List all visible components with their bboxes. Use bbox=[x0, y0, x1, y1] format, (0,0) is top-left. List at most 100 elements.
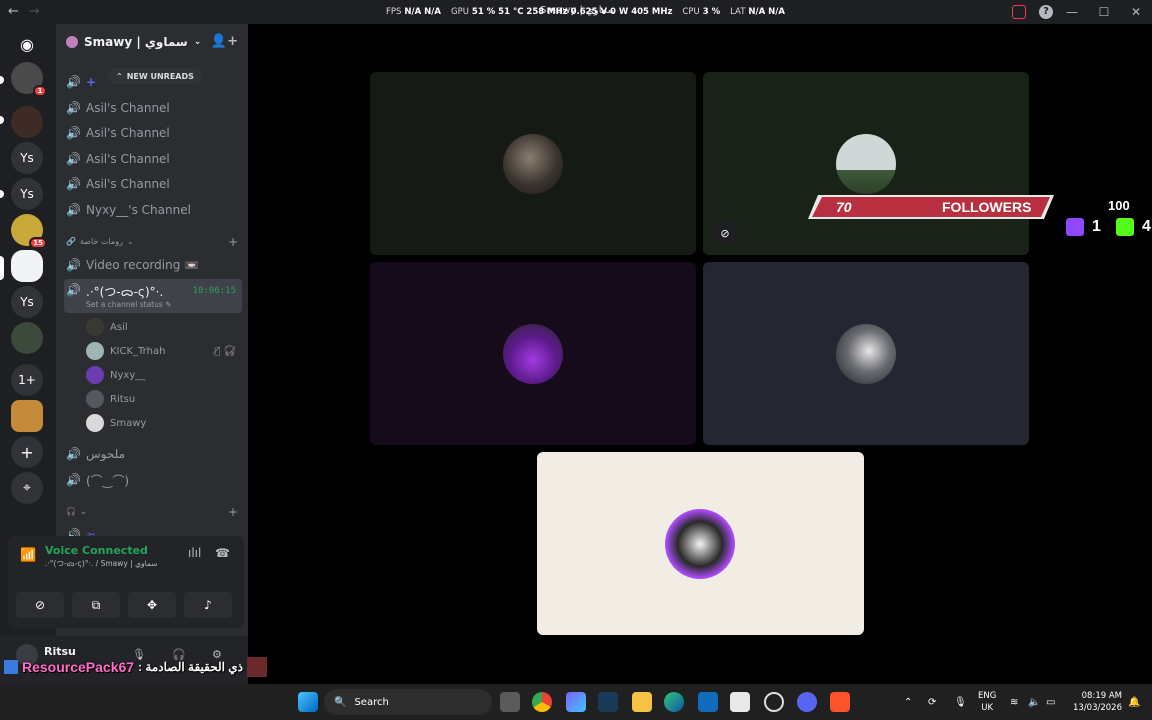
channel-name: Asil's Channel bbox=[86, 101, 170, 115]
outlook-icon[interactable] bbox=[698, 692, 718, 712]
pencil-icon: ✎ bbox=[165, 300, 172, 309]
noise-suppression-icon[interactable]: ılıl bbox=[188, 546, 201, 560]
server-icon[interactable]: Ys bbox=[11, 178, 43, 210]
nav-arrows: ← → bbox=[8, 4, 40, 19]
server-icon[interactable]: 15 bbox=[11, 214, 47, 249]
camera-off-button[interactable]: ⊘ bbox=[16, 592, 64, 618]
video-tile[interactable] bbox=[370, 72, 696, 255]
activities-button[interactable]: ✥ bbox=[128, 592, 176, 618]
language-indicator[interactable]: ENG UK bbox=[978, 690, 996, 714]
video-tile[interactable]: ⊘ bbox=[703, 72, 1029, 255]
video-tile-speaking[interactable] bbox=[537, 452, 864, 635]
discover-icon[interactable]: ⌖ bbox=[11, 472, 43, 504]
create-channel-icon[interactable]: + bbox=[228, 235, 238, 249]
maximize-icon[interactable]: ☐ bbox=[1088, 5, 1120, 19]
task-view-icon[interactable] bbox=[500, 692, 520, 712]
followers-goal: 100 bbox=[1108, 198, 1130, 213]
video-tile[interactable] bbox=[703, 262, 1029, 445]
followers-goal-bar: 70 FOLLOWERS bbox=[808, 195, 1054, 219]
windows-start-icon[interactable] bbox=[298, 692, 318, 712]
notification-bell-icon[interactable]: 🔔 bbox=[1128, 684, 1140, 720]
avatar bbox=[86, 414, 104, 432]
battery-icon[interactable]: ▭ bbox=[1046, 684, 1055, 720]
tray-app-icon[interactable]: ⟳ bbox=[928, 684, 936, 720]
voice-channel[interactable]: 🔊 ملحوس bbox=[64, 443, 242, 465]
volume-icon[interactable]: 🔈 bbox=[1028, 684, 1040, 720]
wifi-icon[interactable]: ≋ bbox=[1010, 684, 1018, 720]
server-icon[interactable]: 1 bbox=[11, 62, 47, 97]
voice-channel[interactable]: 🔊 Asil's Channel bbox=[64, 173, 242, 195]
app-icon[interactable] bbox=[598, 692, 618, 712]
kick-icon bbox=[1116, 218, 1134, 236]
voice-channel-active[interactable]: 🔊 .·°(つ-ᯅ-ς)°·. 10:06:15 Set a channel s… bbox=[64, 279, 242, 313]
signal-icon: 📶 bbox=[20, 548, 37, 563]
voice-member[interactable]: Ritsu bbox=[86, 389, 242, 409]
server-icon-selected[interactable] bbox=[11, 250, 43, 282]
pack-thumbnail bbox=[247, 657, 268, 677]
edge-icon[interactable] bbox=[664, 692, 684, 712]
invite-user-icon[interactable]: 👤+ bbox=[211, 34, 238, 49]
kick-count: 4 bbox=[1116, 218, 1151, 236]
discord-logo-icon[interactable]: ◉ bbox=[11, 28, 43, 60]
create-channel-icon[interactable]: + bbox=[228, 505, 238, 519]
server-icon[interactable] bbox=[11, 106, 43, 138]
disconnect-icon[interactable]: ☎ bbox=[215, 546, 230, 560]
voice-status-title[interactable]: Voice Connected bbox=[45, 544, 148, 557]
server-icon[interactable] bbox=[11, 400, 43, 432]
channel-status-hint[interactable]: Set a channel status ✎ bbox=[86, 300, 171, 309]
voice-status-subtitle[interactable]: .·°(つ-ᯅ-ς)°·. / Smawy | سماوي bbox=[45, 558, 158, 569]
voice-channel[interactable]: 🔊 Asil's Channel bbox=[64, 148, 242, 170]
voice-channel[interactable]: 🔊 Asil's Channel bbox=[64, 97, 242, 119]
voice-member[interactable]: Asil bbox=[86, 317, 242, 337]
copilot-icon[interactable] bbox=[566, 692, 586, 712]
participant-avatar bbox=[503, 324, 563, 384]
title-bar: ← → Smawy | سماوي FPS N/A N/A GPU 51 % 51 … bbox=[0, 0, 1152, 24]
voice-member[interactable]: Nyxy__ bbox=[86, 365, 242, 385]
category-collapsed[interactable]: 🎧 ⌄ + bbox=[66, 505, 242, 519]
twitch-icon bbox=[1066, 218, 1084, 236]
show-hidden-icons[interactable]: ⌃ bbox=[904, 684, 912, 720]
chrome-icon[interactable] bbox=[532, 692, 552, 712]
server-icon[interactable]: 1+ bbox=[11, 364, 43, 396]
file-explorer-icon[interactable] bbox=[632, 692, 652, 712]
discord-icon[interactable] bbox=[797, 692, 817, 712]
forward-arrow-icon[interactable]: → bbox=[29, 4, 40, 19]
stat-cpu: CPU 3 % bbox=[682, 7, 721, 17]
server-icon[interactable] bbox=[11, 322, 43, 354]
brave-icon[interactable] bbox=[830, 692, 850, 712]
window-controls: — ☐ ✕ bbox=[1056, 0, 1152, 24]
new-unreads-pill[interactable]: ⌃ NEW UNREADS bbox=[108, 68, 202, 84]
pack-icon bbox=[4, 660, 18, 674]
member-name: Ritsu bbox=[110, 393, 136, 405]
microphone-tray-icon[interactable]: 🎙 bbox=[954, 684, 967, 720]
voice-channel[interactable]: 🔊 Asil's Channel bbox=[64, 122, 242, 144]
store-icon[interactable] bbox=[730, 692, 750, 712]
server-icon[interactable]: Ys bbox=[11, 286, 43, 318]
voice-member[interactable]: Smawy bbox=[86, 413, 242, 433]
video-tile[interactable] bbox=[370, 262, 696, 445]
member-name: Asil bbox=[110, 321, 128, 333]
minimize-icon[interactable]: — bbox=[1056, 5, 1088, 19]
clock[interactable]: 08:19 AM 13/03/2026 bbox=[1073, 690, 1122, 714]
close-icon[interactable]: ✕ bbox=[1120, 5, 1152, 19]
server-icon[interactable]: Ys bbox=[11, 142, 43, 174]
taskbar-search[interactable]: 🔍 Search bbox=[324, 689, 492, 715]
soundboard-button[interactable]: ♪ bbox=[184, 592, 232, 618]
voice-member[interactable]: KICK_Trhah 🎙̸ 🎧̸ bbox=[86, 341, 242, 361]
server-header[interactable]: Smawy | سماوي ⌄ 👤+ bbox=[56, 24, 248, 60]
performance-overlay: FPS N/A N/A GPU 51 % 51 °C 258 MHz 0.625 V… bbox=[386, 7, 785, 17]
speaker-icon: 🔊 bbox=[66, 473, 81, 487]
camera-hidden-icon[interactable]: ⊘ bbox=[713, 221, 737, 245]
speaker-icon: 🔊 bbox=[66, 447, 81, 461]
add-server-icon[interactable]: + bbox=[11, 436, 43, 468]
category-private-rooms[interactable]: 🔗 رومات خاصة ⌄ + bbox=[66, 235, 242, 249]
voice-channel[interactable]: 🔊 (⌒‿⌒) bbox=[64, 469, 242, 491]
inbox-icon[interactable] bbox=[1012, 5, 1026, 19]
voice-channel[interactable]: 🔊 Nyxy__'s Channel bbox=[64, 199, 242, 221]
voice-channel[interactable]: 🔊 Video recording 📼 bbox=[64, 254, 242, 276]
app-icon[interactable] bbox=[764, 692, 784, 712]
screen-share-button[interactable]: ⧉ bbox=[72, 592, 120, 618]
back-arrow-icon[interactable]: ← bbox=[8, 4, 19, 19]
channel-name: Asil's Channel bbox=[86, 126, 170, 140]
help-icon[interactable]: ? bbox=[1039, 5, 1053, 19]
